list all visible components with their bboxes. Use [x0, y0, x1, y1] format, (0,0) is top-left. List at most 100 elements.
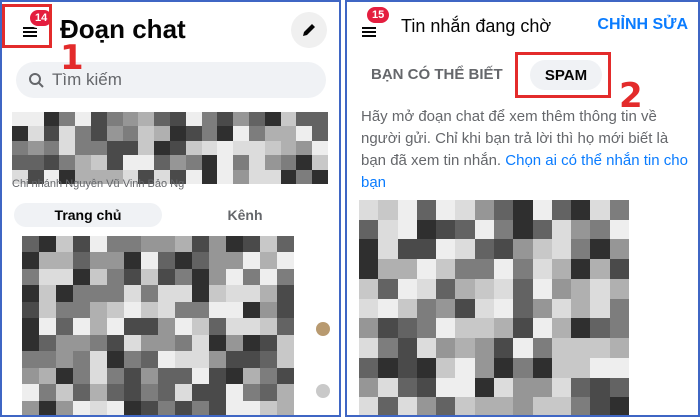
- avatar: [316, 322, 330, 336]
- blurred-cell: [106, 140, 123, 156]
- blurred-cell: [22, 384, 39, 401]
- chat-list[interactable]: [22, 236, 294, 417]
- blurred-cell: [22, 318, 39, 335]
- blurred-cell: [56, 318, 73, 335]
- blurred-cell: [106, 126, 123, 141]
- blurred-cell: [609, 200, 629, 220]
- blurred-cell: [416, 338, 437, 358]
- blurred-cell: [397, 298, 417, 319]
- blurred-cell: [455, 397, 475, 417]
- blurred-cell: [532, 239, 552, 260]
- blurred-cell: [532, 219, 552, 240]
- blurred-cell: [416, 239, 437, 260]
- blurred-cell: [249, 126, 265, 141]
- blurred-cell: [359, 338, 379, 358]
- blurred-cell: [494, 357, 514, 378]
- blurred-cell: [217, 112, 234, 127]
- blurred-cell: [39, 367, 56, 385]
- blurred-cell: [609, 357, 629, 378]
- blurred-cell: [175, 367, 192, 385]
- blurred-cell: [296, 126, 313, 141]
- blurred-cell: [209, 334, 226, 352]
- blurred-cell: [416, 298, 437, 319]
- blurred-cell: [513, 239, 533, 260]
- blurred-cell: [209, 384, 226, 401]
- notification-badge: 15: [365, 5, 392, 25]
- blurred-cell: [192, 285, 209, 302]
- blurred-cell: [416, 397, 437, 417]
- tab-home[interactable]: Trang chủ: [14, 203, 162, 227]
- blurred-cell: [141, 236, 158, 253]
- blurred-cell: [107, 334, 124, 352]
- blurred-cell: [397, 377, 417, 398]
- step-number-2: 2: [619, 76, 643, 116]
- blurred-cell: [73, 285, 90, 302]
- blurred-cell: [154, 112, 170, 127]
- tab-you-may-know[interactable]: BẠN CÓ THỂ BIẾT: [371, 66, 503, 83]
- blurred-cell: [243, 268, 260, 286]
- blurred-cell: [56, 367, 73, 385]
- blurred-cell: [90, 334, 107, 352]
- blurred-cell: [455, 259, 475, 279]
- blurred-cell: [158, 367, 175, 385]
- blurred-cell: [158, 236, 175, 253]
- blurred-cell: [56, 351, 73, 368]
- blurred-cell: [590, 239, 610, 260]
- blurred-cell: [22, 351, 39, 368]
- stories-row[interactable]: [12, 112, 328, 184]
- blurred-cell: [359, 259, 379, 279]
- blurred-cell: [416, 377, 437, 398]
- blurred-cell: [243, 384, 260, 401]
- blurred-cell: [90, 268, 107, 286]
- blurred-cell: [436, 278, 456, 299]
- blurred-cell: [532, 318, 552, 339]
- blurred-cell: [436, 357, 456, 378]
- blurred-cell: [175, 268, 192, 286]
- blurred-cell: [280, 112, 297, 127]
- blurred-cell: [590, 298, 610, 319]
- spam-list[interactable]: [359, 200, 629, 417]
- blurred-cell: [107, 236, 124, 253]
- compose-button[interactable]: [291, 12, 327, 48]
- blurred-cell: [243, 351, 260, 368]
- blurred-cell: [260, 400, 277, 417]
- blurred-cell: [378, 259, 398, 279]
- blurred-cell: [209, 400, 226, 417]
- edit-button[interactable]: CHỈNH SỬA: [597, 16, 688, 34]
- blurred-cell: [170, 155, 186, 170]
- blurred-cell: [513, 338, 533, 358]
- blurred-cell: [532, 338, 552, 358]
- blurred-cell: [59, 112, 76, 127]
- blurred-cell: [571, 259, 591, 279]
- blurred-cell: [107, 252, 124, 269]
- blurred-cell: [141, 268, 158, 286]
- blurred-cell: [260, 301, 277, 319]
- blurred-cell: [158, 400, 175, 417]
- blurred-cell: [249, 155, 265, 170]
- blurred-cell: [141, 367, 158, 385]
- blurred-cell: [243, 334, 260, 352]
- blurred-cell: [436, 200, 456, 220]
- highlight-spam-box: [515, 52, 611, 98]
- blurred-cell: [474, 259, 494, 279]
- blurred-cell: [107, 351, 124, 368]
- blurred-cell: [124, 351, 141, 368]
- blurred-cell: [551, 377, 572, 398]
- blurred-cell: [436, 338, 456, 358]
- blurred-cell: [158, 351, 175, 368]
- blurred-cell: [73, 351, 90, 368]
- blurred-cell: [209, 301, 226, 319]
- blurred-cell: [359, 397, 379, 417]
- blurred-cell: [12, 112, 28, 127]
- blurred-cell: [185, 112, 202, 127]
- blurred-cell: [175, 285, 192, 302]
- blurred-cell: [192, 400, 209, 417]
- blurred-cell: [243, 400, 260, 417]
- blurred-cell: [138, 155, 155, 170]
- blurred-cell: [494, 200, 514, 220]
- blurred-cell: [532, 278, 552, 299]
- blurred-cell: [397, 397, 417, 417]
- blurred-cell: [175, 318, 192, 335]
- blurred-cell: [209, 367, 226, 385]
- tab-channel[interactable]: Kênh: [162, 207, 328, 223]
